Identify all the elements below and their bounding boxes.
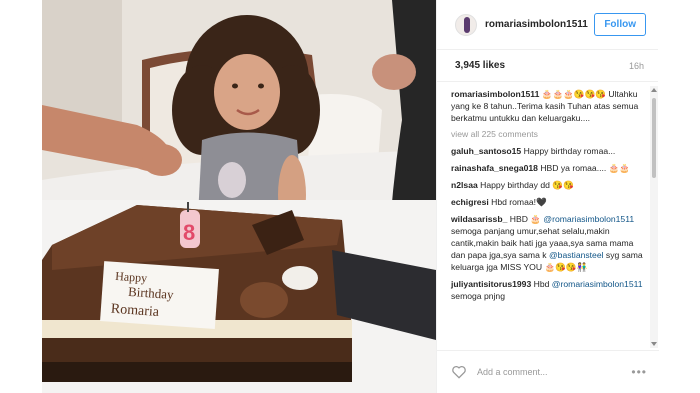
- comment-text: HBD ya romaa.... 🎂🎂: [537, 163, 631, 173]
- comments-scrollbar[interactable]: [650, 86, 658, 348]
- comment-list: romariasimbolon1511 🎂🎂🎂😘😘😘 Ultahku yang …: [437, 86, 651, 348]
- comment-text: Happy birthday dd 😘😘: [477, 180, 574, 190]
- comment-username[interactable]: wildasarissb_: [451, 214, 507, 224]
- post-header: romariasimbolon1511 Follow: [437, 0, 658, 50]
- list-item: rainashafa_snega018 HBD ya romaa.... 🎂🎂: [451, 162, 643, 174]
- list-item: n2lsaa Happy birthday dd 😘😘: [451, 179, 643, 191]
- comment-mention[interactable]: @bastiansteel: [549, 250, 604, 260]
- comment-username[interactable]: galuh_santoso15: [451, 146, 521, 156]
- post-sidebar: romariasimbolon1511 Follow 3,945 likes 1…: [436, 0, 659, 393]
- more-options-button[interactable]: •••: [631, 365, 647, 379]
- photo-illustration: Happy Birthday Romaria 8: [42, 0, 436, 393]
- list-item: echigresi Hbd romaa!🖤: [451, 196, 643, 208]
- comment-username[interactable]: n2lsaa: [451, 180, 478, 190]
- caption: romariasimbolon1511 🎂🎂🎂😘😘😘 Ultahku yang …: [451, 88, 643, 124]
- comment-username[interactable]: rainashafa_snega018: [451, 163, 538, 173]
- view-all-comments-link[interactable]: view all 225 comments: [451, 129, 643, 139]
- post-username[interactable]: romariasimbolon1511: [485, 19, 594, 30]
- likes-count[interactable]: 3,945 likes: [455, 60, 505, 71]
- comment-username[interactable]: romariasimbolon1511: [451, 89, 539, 99]
- list-item: galuh_santoso15 Happy birthday romaa...: [451, 145, 643, 157]
- post-footer: Add a comment... •••: [437, 350, 659, 393]
- cake-text-line1: Happy: [115, 269, 148, 285]
- comment-username[interactable]: juliyantisitorus1993: [451, 279, 531, 289]
- scroll-down-icon[interactable]: [651, 342, 657, 346]
- comment-username[interactable]: echigresi: [451, 197, 489, 207]
- comment-text: semoga pnjng: [451, 291, 505, 301]
- comment-text: Hbd romaa!🖤: [488, 197, 547, 207]
- post-photo[interactable]: Happy Birthday Romaria 8: [42, 0, 436, 393]
- list-item: wildasarissb_ HBD 🎂 @romariasimbolon1511…: [451, 213, 643, 273]
- heart-icon[interactable]: [451, 365, 467, 379]
- scroll-up-icon[interactable]: [651, 88, 657, 92]
- list-item: juliyantisitorus1993 Hbd @romariasimbolo…: [451, 278, 643, 302]
- avatar[interactable]: [455, 13, 477, 36]
- comment-mention[interactable]: @romariasimbolon1511: [543, 214, 634, 224]
- comment-mention[interactable]: @romariasimbolon1511: [552, 279, 643, 289]
- cake-text-line2: Birthday: [128, 284, 175, 302]
- comment-text: HBD 🎂: [507, 214, 541, 224]
- scrollbar-thumb[interactable]: [652, 98, 656, 178]
- follow-button[interactable]: Follow: [594, 13, 646, 36]
- post-time[interactable]: 16h: [629, 61, 644, 71]
- likes-row: 3,945 likes 16h: [437, 50, 658, 82]
- comment-text: Happy birthday romaa...: [521, 146, 616, 156]
- add-comment-input[interactable]: Add a comment...: [477, 367, 631, 377]
- comment-text: Hbd: [531, 279, 550, 289]
- candle-number: 8: [183, 220, 195, 245]
